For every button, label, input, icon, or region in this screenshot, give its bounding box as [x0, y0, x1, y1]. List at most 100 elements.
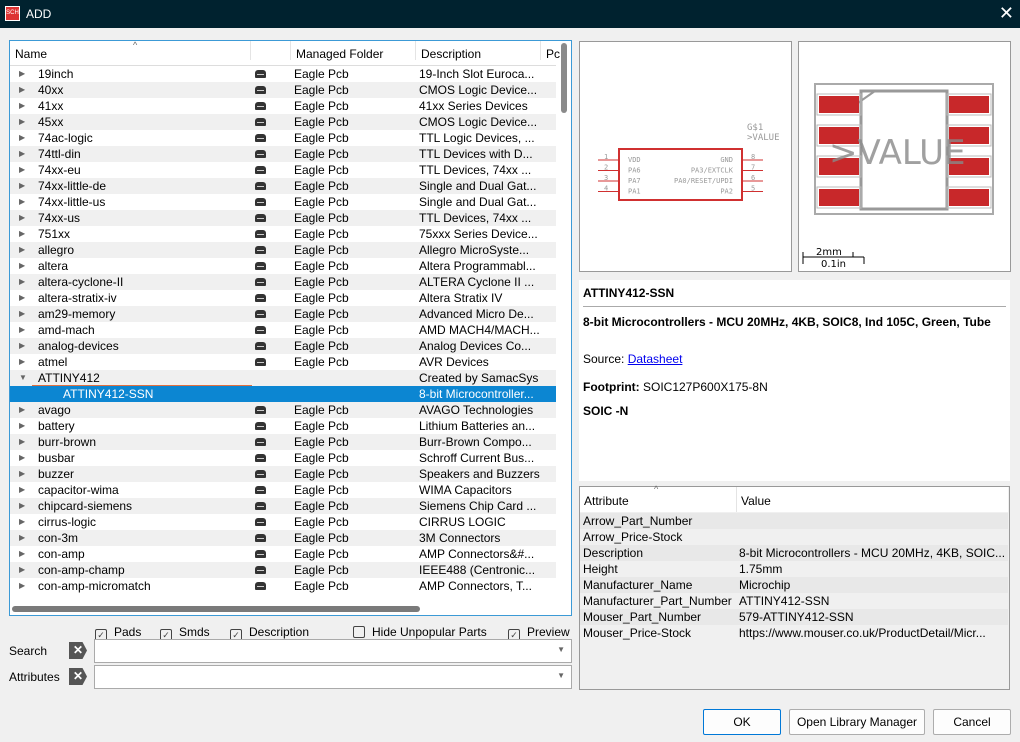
list-item[interactable]: ▶ battery Eagle Pcb Lithium Batteries an... — [10, 418, 556, 434]
list-item[interactable]: ▶ 45xx Eagle Pcb CMOS Logic Device... — [10, 114, 556, 130]
item-description: TTL Devices with D... — [419, 147, 533, 161]
expand-arrow-icon[interactable]: ▶ — [19, 258, 25, 274]
expand-arrow-icon[interactable]: ▶ — [19, 306, 25, 322]
clear-search-icon[interactable]: ✕ — [69, 642, 87, 659]
expand-arrow-icon[interactable]: ▶ — [19, 546, 25, 562]
search-input[interactable]: ▼ — [94, 639, 572, 663]
datasheet-link[interactable]: Datasheet — [628, 352, 683, 366]
attributes-input[interactable]: ▼ — [94, 665, 572, 689]
list-item[interactable]: ▶ 19inch Eagle Pcb 19-Inch Slot Euroca... — [10, 66, 556, 82]
list-item[interactable]: ▶ 40xx Eagle Pcb CMOS Logic Device... — [10, 82, 556, 98]
open-library-manager-button[interactable]: Open Library Manager — [789, 709, 925, 735]
list-item[interactable]: ▶ atmel Eagle Pcb AVR Devices — [10, 354, 556, 370]
list-item[interactable]: ▶ chipcard-siemens Eagle Pcb Siemens Chip C… — [10, 498, 556, 514]
list-item[interactable]: ▶ allegro Eagle Pcb Allegro MicroSyste... — [10, 242, 556, 258]
list-item[interactable]: ▶ am29-memory Eagle Pcb Advanced Micro De..… — [10, 306, 556, 322]
expand-arrow-icon[interactable]: ▶ — [19, 290, 25, 306]
preview-checkbox[interactable]: ✓ Preview — [508, 625, 570, 641]
expand-arrow-icon[interactable]: ▶ — [19, 450, 25, 466]
expand-arrow-icon[interactable]: ▶ — [19, 146, 25, 162]
dropdown-arrow-icon[interactable]: ▼ — [557, 671, 565, 680]
expand-arrow-icon[interactable]: ▶ — [19, 418, 25, 434]
attribute-row[interactable]: Mouser_Price-Stock https://www.mouser.co.… — [580, 625, 1008, 641]
expand-arrow-icon[interactable]: ▶ — [19, 242, 25, 258]
column-managed-folder[interactable]: Managed Folder — [290, 41, 415, 61]
list-item[interactable]: ▶ analog-devices Eagle Pcb Analog Devices C… — [10, 338, 556, 354]
expand-arrow-icon[interactable]: ▶ — [19, 226, 25, 242]
column-description[interactable]: Description — [415, 41, 540, 61]
list-item[interactable]: ▶ con-amp-micromatch Eagle Pcb AMP Connecto… — [10, 578, 556, 594]
ok-button[interactable]: OK — [703, 709, 781, 735]
attribute-row[interactable]: Arrow_Price-Stock — [580, 529, 1008, 545]
library-tree[interactable]: Name ^ Managed Folder Description Pc ▶ 19… — [9, 40, 572, 616]
horizontal-scrollbar[interactable] — [12, 606, 420, 612]
expand-arrow-icon[interactable]: ▶ — [19, 578, 25, 594]
list-item[interactable]: ▶ 74xx-little-de Eagle Pcb Single and Dual … — [10, 178, 556, 194]
list-item[interactable]: ▶ con-amp Eagle Pcb AMP Connectors&#... — [10, 546, 556, 562]
list-item[interactable]: ▶ capacitor-wima Eagle Pcb WIMA Capacitors — [10, 482, 556, 498]
description-checkbox[interactable]: ✓ Description — [230, 625, 309, 641]
expand-arrow-icon[interactable]: ▶ — [19, 66, 25, 82]
column-pc[interactable]: Pc — [540, 41, 560, 60]
list-item[interactable]: ▶ 74xx-eu Eagle Pcb TTL Devices, 74xx ... — [10, 162, 556, 178]
list-item[interactable]: ▶ 74ttl-din Eagle Pcb TTL Devices with D... — [10, 146, 556, 162]
attribute-row[interactable]: Manufacturer_Part_Number ATTINY412-SSN — [580, 593, 1008, 609]
list-item[interactable]: ▶ buzzer Eagle Pcb Speakers and Buzzers — [10, 466, 556, 482]
hide-unpopular-checkbox[interactable]: Hide Unpopular Parts — [353, 625, 487, 639]
list-item[interactable]: ▶ altera-stratix-iv Eagle Pcb Altera Strati… — [10, 290, 556, 306]
list-item[interactable]: ▶ con-amp-champ Eagle Pcb IEEE488 (Centroni… — [10, 562, 556, 578]
expand-arrow-icon[interactable]: ▶ — [19, 98, 25, 114]
expanded-arrow-icon[interactable]: ▼ — [19, 370, 27, 386]
list-item[interactable]: ▶ 74ac-logic Eagle Pcb TTL Logic Devices, .… — [10, 130, 556, 146]
list-item[interactable]: ▶ burr-brown Eagle Pcb Burr-Brown Compo... — [10, 434, 556, 450]
expand-arrow-icon[interactable]: ▶ — [19, 114, 25, 130]
close-icon[interactable]: ✕ — [999, 3, 1014, 24]
expand-arrow-icon[interactable]: ▶ — [19, 482, 25, 498]
expand-arrow-icon[interactable]: ▶ — [19, 178, 25, 194]
expand-arrow-icon[interactable]: ▶ — [19, 498, 25, 514]
vertical-scrollbar[interactable] — [561, 43, 567, 113]
list-item[interactable]: ATTINY412-SSN 8-bit Microcontroller... — [10, 386, 556, 402]
expand-arrow-icon[interactable]: ▶ — [19, 514, 25, 530]
expand-arrow-icon[interactable]: ▶ — [19, 274, 25, 290]
expand-arrow-icon[interactable]: ▶ — [19, 530, 25, 546]
expand-arrow-icon[interactable]: ▶ — [19, 466, 25, 482]
expand-arrow-icon[interactable]: ▶ — [19, 210, 25, 226]
expand-arrow-icon[interactable]: ▶ — [19, 162, 25, 178]
pads-checkbox[interactable]: ✓ Pads — [95, 625, 141, 641]
column-value[interactable]: Value — [736, 487, 771, 512]
expand-arrow-icon[interactable]: ▶ — [19, 82, 25, 98]
smds-checkbox[interactable]: ✓ Smds — [160, 625, 210, 641]
dropdown-arrow-icon[interactable]: ▼ — [557, 645, 565, 654]
attribute-row[interactable]: Manufacturer_Name Microchip — [580, 577, 1008, 593]
attribute-row[interactable]: Arrow_Part_Number — [580, 513, 1008, 529]
list-item[interactable]: ▶ altera-cyclone-II Eagle Pcb ALTERA Cyclon… — [10, 274, 556, 290]
attribute-row[interactable]: Mouser_Part_Number 579-ATTINY412-SSN — [580, 609, 1008, 625]
expand-arrow-icon[interactable]: ▶ — [19, 562, 25, 578]
expand-arrow-icon[interactable]: ▶ — [19, 434, 25, 450]
list-item[interactable]: ▶ 751xx Eagle Pcb 75xxx Series Device... — [10, 226, 556, 242]
expand-arrow-icon[interactable]: ▶ — [19, 322, 25, 338]
column-attribute[interactable]: Attribute — [584, 494, 629, 508]
expand-arrow-icon[interactable]: ▶ — [19, 194, 25, 210]
list-item[interactable]: ▶ amd-mach Eagle Pcb AMD MACH4/MACH... — [10, 322, 556, 338]
attribute-row[interactable]: Height 1.75mm — [580, 561, 1008, 577]
expand-arrow-icon[interactable]: ▶ — [19, 402, 25, 418]
expand-arrow-icon[interactable]: ▶ — [19, 338, 25, 354]
list-item[interactable]: ▶ altera Eagle Pcb Altera Programmabl... — [10, 258, 556, 274]
list-item[interactable]: ▶ busbar Eagle Pcb Schroff Current Bus... — [10, 450, 556, 466]
list-item[interactable]: ▶ 74xx-little-us Eagle Pcb Single and Dual … — [10, 194, 556, 210]
list-item[interactable]: ▶ 41xx Eagle Pcb 41xx Series Devices — [10, 98, 556, 114]
list-item[interactable]: ▶ con-3m Eagle Pcb 3M Connectors — [10, 530, 556, 546]
cancel-button[interactable]: Cancel — [933, 709, 1011, 735]
attribute-table[interactable]: Attribute ^ Value Arrow_Part_Number Arrow… — [579, 484, 1010, 690]
expand-arrow-icon[interactable]: ▶ — [19, 130, 25, 146]
attribute-row[interactable]: Description 8-bit Microcontrollers - MCU … — [580, 545, 1008, 561]
list-item[interactable]: ▶ avago Eagle Pcb AVAGO Technologies — [10, 402, 556, 418]
list-item[interactable]: ▼ ATTINY412 Created by SamacSys — [10, 370, 556, 386]
clear-attributes-icon[interactable]: ✕ — [69, 668, 87, 685]
expand-arrow-icon[interactable]: ▶ — [19, 354, 25, 370]
column-lock[interactable] — [250, 41, 290, 60]
list-item[interactable]: ▶ 74xx-us Eagle Pcb TTL Devices, 74xx ... — [10, 210, 556, 226]
list-item[interactable]: ▶ cirrus-logic Eagle Pcb CIRRUS LOGIC — [10, 514, 556, 530]
